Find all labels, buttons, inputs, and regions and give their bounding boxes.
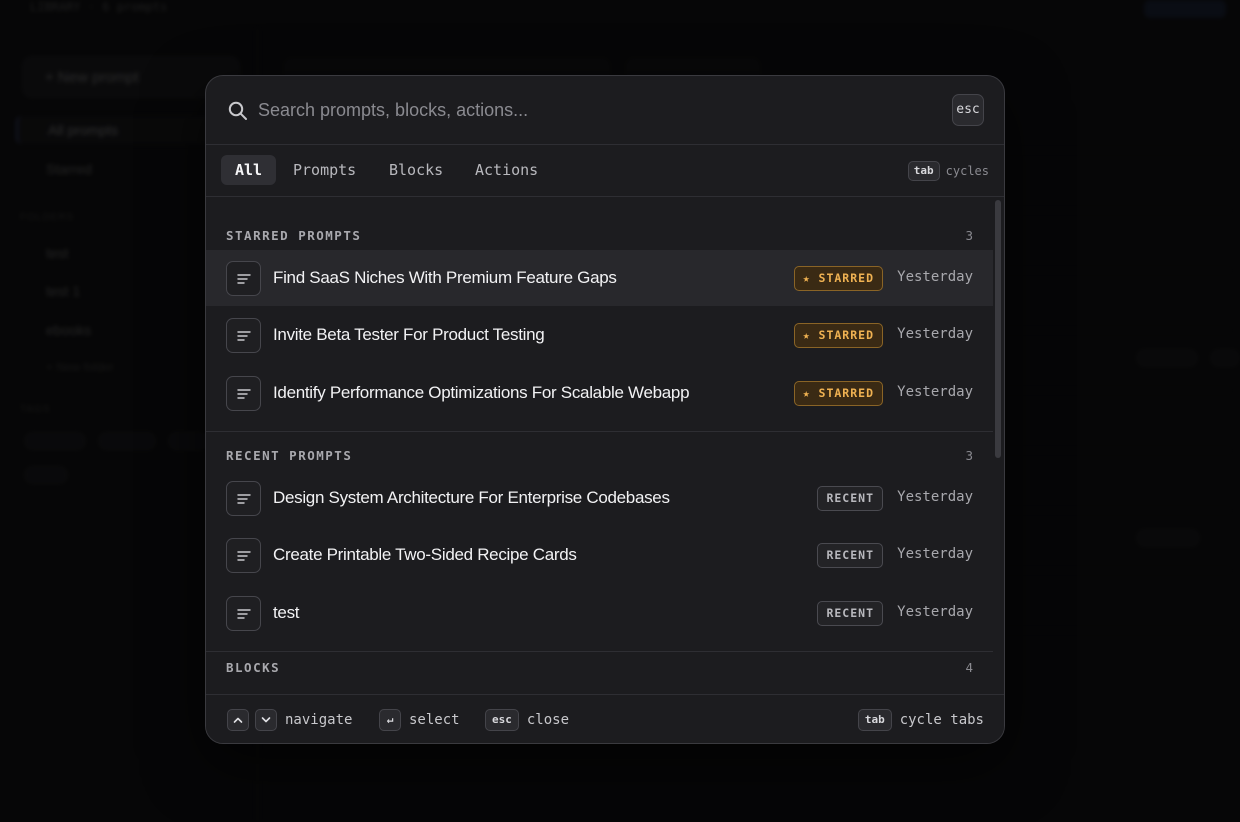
result-date: Yesterday [897,384,973,400]
search-icon [228,101,247,120]
result-title: Identify Performance Optimizations For S… [273,383,690,402]
result-date: Yesterday [897,489,973,505]
close-label: close [526,712,570,728]
enter-key: ↵ [379,709,401,731]
section-count: 4 [965,659,973,675]
tab-key: tab [857,709,892,731]
filter-tabs: All Prompts Blocks Actions tab cycles [206,145,1004,197]
prompt-doc-icon [226,481,261,516]
result-row[interactable]: Identify Performance Optimizations For S… [206,365,993,421]
starred-badge: ★ STARRED [793,381,883,406]
result-date: Yesterday [897,326,973,342]
section-title: STARRED PROMPTS [226,227,362,243]
cycle-tabs-label: cycle tabs [899,712,984,728]
search-bar: esc [206,76,1004,145]
keyboard-hints-footer: navigate ↵ select esc close tab cycle ta… [206,694,1004,743]
result-row[interactable]: Invite Beta Tester For Product Testing ★… [206,307,993,363]
search-input[interactable] [258,95,938,125]
starred-badge: ★ STARRED [793,323,883,348]
command-palette: esc All Prompts Blocks Actions tab cycle… [205,75,1005,744]
result-row[interactable]: Find SaaS Niches With Premium Feature Ga… [206,250,993,306]
prompt-doc-icon [226,318,261,353]
section-count: 3 [965,447,973,463]
result-title: Create Printable Two-Sided Recipe Cards [273,545,577,564]
chevron-up-icon [233,717,243,723]
result-row[interactable]: Design System Architecture For Enterpris… [206,470,993,526]
result-date: Yesterday [897,546,973,562]
results-scrollbar[interactable] [995,200,1001,458]
chevron-down-icon [261,717,271,723]
prompt-doc-icon [226,376,261,411]
tab-blocks[interactable]: Blocks [375,155,457,185]
navigate-hint: navigate [227,709,352,731]
select-hint: ↵ select [379,709,460,731]
recent-badge: RECENT [817,543,883,568]
tab-hint-text: cycles [945,164,989,178]
section-header-blocks: BLOCKS 4 [226,657,973,677]
tab-all[interactable]: All [221,155,277,185]
section-count: 3 [965,227,973,243]
result-date: Yesterday [897,604,973,620]
section-header-recent: RECENT PROMPTS 3 [226,445,973,465]
result-row[interactable]: test RECENT Yesterday [206,585,993,641]
tab-cycle-hint: tab cycles [907,161,989,181]
close-hint: esc close [485,709,569,731]
prompt-doc-icon [226,261,261,296]
result-title: Invite Beta Tester For Product Testing [273,325,545,344]
results-list[interactable]: STARRED PROMPTS 3 Find SaaS Niches With … [206,198,993,696]
prompt-doc-icon [226,538,261,573]
result-date: Yesterday [897,269,973,285]
section-divider [206,651,993,652]
tab-actions[interactable]: Actions [461,155,552,185]
recent-badge: RECENT [817,486,883,511]
navigate-label: navigate [285,712,353,728]
prompt-doc-icon [226,596,261,631]
section-title: RECENT PROMPTS [226,447,353,463]
starred-badge: ★ STARRED [793,266,883,291]
esc-key: esc [485,709,519,731]
cycle-tabs-hint: tab cycle tabs [857,709,984,731]
section-header-starred: STARRED PROMPTS 3 [226,225,973,245]
section-divider [206,431,993,432]
result-title: Design System Architecture For Enterpris… [273,488,670,507]
arrow-down-key [255,709,277,731]
select-label: select [409,712,460,728]
arrow-up-key [227,709,249,731]
section-title: BLOCKS [226,659,281,675]
result-title: Find SaaS Niches With Premium Feature Ga… [273,268,617,287]
result-row[interactable]: Create Printable Two-Sided Recipe Cards … [206,527,993,583]
result-title: test [273,603,300,622]
esc-key-hint[interactable]: esc [952,94,984,126]
tab-prompts[interactable]: Prompts [279,155,370,185]
tab-key: tab [907,161,940,181]
recent-badge: RECENT [817,601,883,626]
